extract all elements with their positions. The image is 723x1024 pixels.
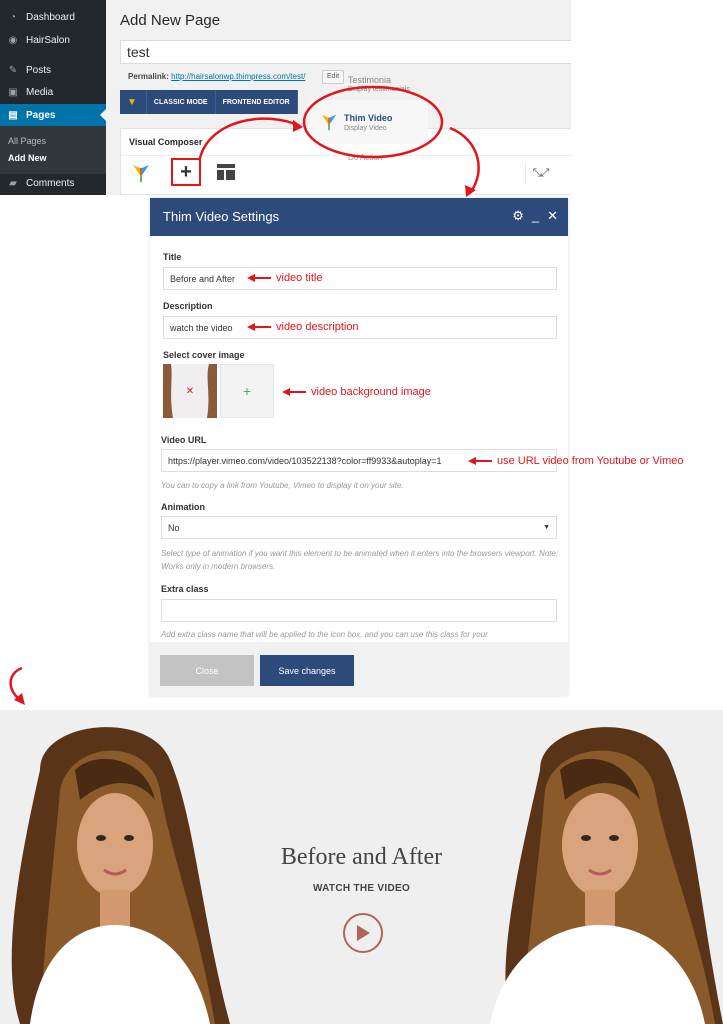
video-url-label: Video URL [161,435,207,445]
model-right-illustration [490,727,723,1024]
annotation-text: video description [276,321,359,333]
preview-title: Before and After [280,844,443,870]
highlight-ellipse [302,85,444,159]
extra-class-input[interactable] [161,599,557,622]
annotation-image: video background image [282,386,431,398]
title-input[interactable]: Before and After [163,267,557,290]
play-icon [357,925,370,941]
left-arrow-icon [282,388,306,396]
arrow-head [293,120,303,132]
video-preview-section: Before and After WATCH THE VIDEO [0,710,723,1024]
save-changes-button[interactable]: Save changes [260,655,354,686]
close-button[interactable]: Close [160,655,254,686]
modal-footer: Close Save changes [150,642,568,696]
cover-image-label: Select cover image [163,350,245,360]
annotation-description: video description [247,321,359,333]
modal-controls: ⚙ _ ✕ [512,208,558,224]
play-button[interactable] [343,913,383,953]
left-arrow-icon [468,457,492,465]
close-icon[interactable]: ✕ [547,208,558,224]
gear-icon[interactable]: ⚙ [512,208,524,224]
extra-class-help: Add extra class name that will be applie… [161,630,488,639]
video-url-help: You can to copy a link from Youtube, Vim… [161,481,404,490]
annotation-text: use URL video from Youtube or Vimeo [497,455,684,467]
title-label: Title [163,252,182,262]
curved-arrow [198,117,301,159]
description-label: Description [163,301,213,311]
description-input[interactable]: watch the video [163,316,557,339]
model-left-illustration [11,727,230,1024]
annotation-title: video title [247,272,322,284]
chevron-down-icon: ▼ [543,524,550,531]
cover-image-thumbnail[interactable]: ✕ [163,364,217,418]
annotation-url: use URL video from Youtube or Vimeo [468,455,684,467]
modal-header: Thim Video Settings ⚙ _ ✕ [150,198,568,236]
curved-arrow [449,126,480,194]
cover-image-preview: ✕ [163,364,217,418]
svg-text:✕: ✕ [186,386,194,397]
modal-title: Thim Video Settings [163,209,280,224]
animation-help: Select type of animation if you want thi… [161,549,559,571]
left-arrow-icon [247,323,271,331]
animation-label: Animation [161,502,205,512]
minimize-icon[interactable]: _ [532,208,539,224]
annotation-text: video title [276,272,323,284]
video-settings-modal: Thim Video Settings ⚙ _ ✕ Title Before a… [150,198,568,696]
animation-value: No [168,522,180,533]
add-cover-image-button[interactable]: + [220,364,274,418]
annotation-text: video background image [311,386,431,398]
animation-select[interactable]: No ▼ [161,516,557,539]
extra-class-label: Extra class [161,584,209,594]
preview-subtitle: WATCH THE VIDEO [312,883,411,894]
left-arrow-icon [247,274,271,282]
